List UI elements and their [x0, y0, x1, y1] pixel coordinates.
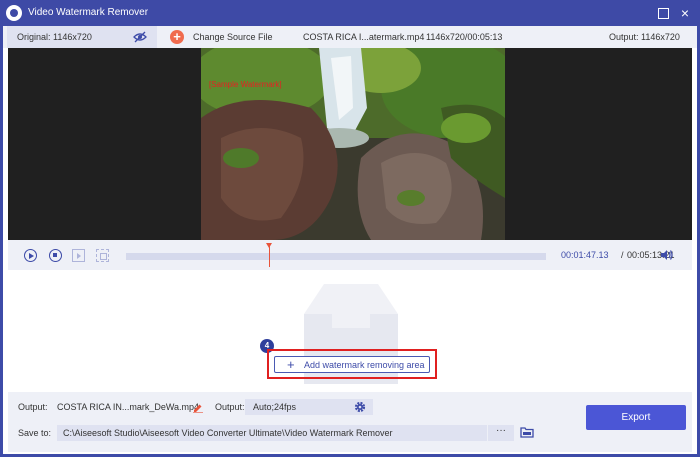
app-logo-icon: [6, 5, 22, 21]
open-folder-icon[interactable]: [520, 426, 534, 438]
save-path-value: C:\Aiseesoft Studio\Aiseesoft Video Conv…: [63, 428, 393, 438]
frame-capture-icon[interactable]: [96, 249, 109, 262]
current-time: 00:01:47.13: [561, 250, 609, 260]
output-panel: Output: COSTA RICA IN...mark_DeWa.mp4 Ou…: [8, 392, 692, 452]
info-bar: Original: 1146x720 + Change Source File …: [3, 26, 697, 48]
play-button-icon[interactable]: [24, 249, 37, 262]
video-preview: [Sample Watermark]: [8, 48, 692, 240]
source-file-meta: 1146x720/00:05:13: [426, 32, 503, 42]
volume-icon[interactable]: [660, 249, 673, 261]
title-bar: Video Watermark Remover ×: [0, 0, 700, 26]
add-watermark-area-button[interactable]: + Add watermark removing area: [274, 356, 430, 373]
output-file-name: COSTA RICA IN...mark_DeWa.mp4: [57, 402, 200, 412]
video-frame: [Sample Watermark]: [201, 48, 505, 240]
browse-button[interactable]: ···: [488, 425, 514, 441]
format-label: Output:: [215, 402, 245, 412]
output-resolution: Output: 1146x720: [609, 32, 680, 42]
player-controls: 00:01:47.13 / 00:05:13.21: [8, 240, 692, 270]
edit-pencil-icon[interactable]: [193, 403, 203, 413]
main-window: Original: 1146x720 + Change Source File …: [3, 26, 697, 454]
close-icon[interactable]: ×: [678, 6, 692, 20]
timeline-track[interactable]: [126, 253, 546, 260]
output-file-label: Output:: [18, 402, 48, 412]
format-value: Auto;24fps: [253, 402, 297, 412]
eye-toggle-icon[interactable]: [133, 31, 147, 43]
play-clip-icon[interactable]: [72, 249, 85, 262]
plus-icon: +: [287, 357, 295, 372]
change-source-plus-icon[interactable]: +: [170, 30, 184, 44]
time-separator: /: [621, 250, 624, 260]
stop-button-icon[interactable]: [49, 249, 62, 262]
add-area-label: Add watermark removing area: [304, 360, 425, 370]
export-button[interactable]: Export: [586, 405, 686, 430]
sample-watermark-text: [Sample Watermark]: [209, 80, 282, 89]
window-title: Video Watermark Remover: [28, 7, 149, 18]
gear-icon[interactable]: [354, 401, 366, 413]
format-select[interactable]: Auto;24fps: [245, 399, 373, 415]
original-tab: Original: 1146x720: [7, 26, 157, 48]
save-to-label: Save to:: [18, 428, 52, 438]
source-file-name: COSTA RICA I...atermark.mp4: [303, 32, 425, 42]
save-path-field[interactable]: C:\Aiseesoft Studio\Aiseesoft Video Conv…: [57, 425, 487, 441]
playhead-handle[interactable]: [266, 243, 272, 267]
change-source-button[interactable]: Change Source File: [193, 32, 273, 42]
original-resolution: Original: 1146x720: [17, 32, 92, 42]
maximize-icon[interactable]: [656, 6, 670, 20]
waterfall-scene-image: [201, 48, 505, 240]
